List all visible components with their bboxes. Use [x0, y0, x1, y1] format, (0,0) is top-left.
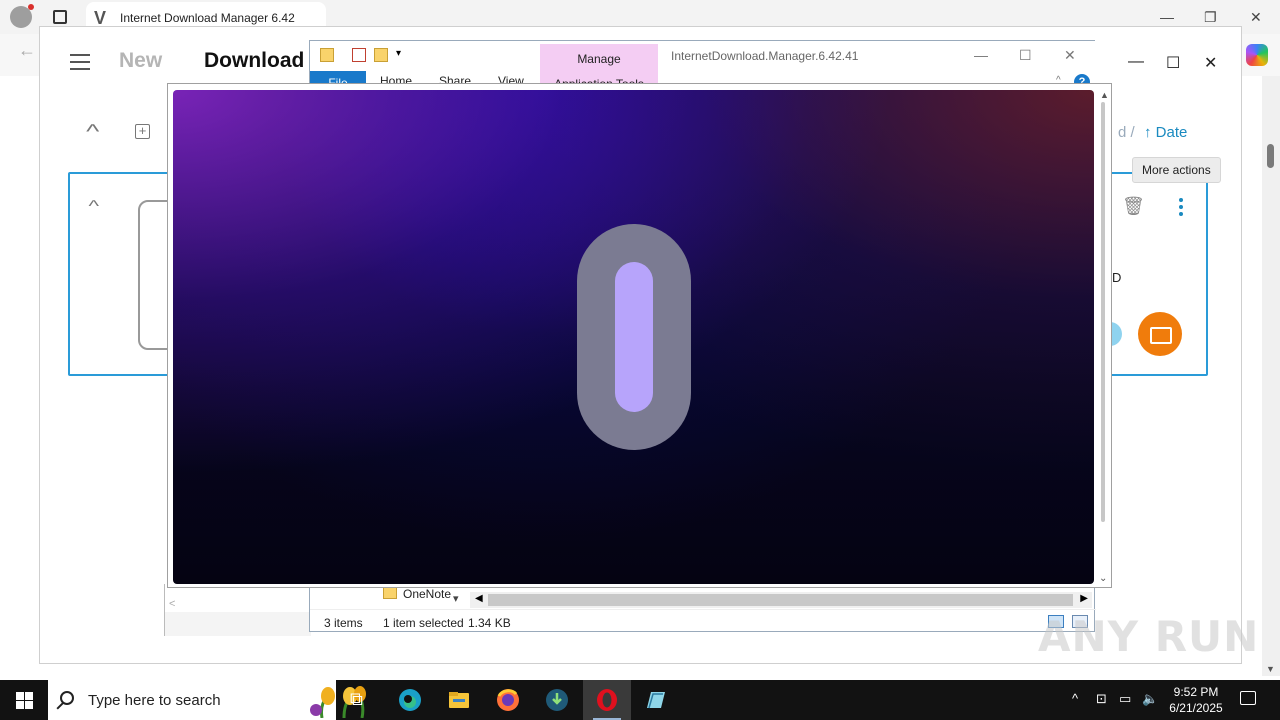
- preview-image: [173, 90, 1094, 584]
- app-maximize-icon[interactable]: ☐: [1166, 53, 1180, 73]
- add-download-icon[interactable]: +: [135, 124, 150, 139]
- taskbar-search[interactable]: Type here to search: [48, 680, 366, 720]
- more-actions-icon[interactable]: [1166, 192, 1196, 222]
- horizontal-scroll-thumb[interactable]: [488, 594, 1073, 606]
- volume-icon[interactable]: 🔈: [1142, 691, 1158, 707]
- scroll-left-arrow-icon[interactable]: <: [169, 598, 175, 610]
- scroll-right-icon[interactable]: ▶: [1080, 593, 1088, 604]
- folder-icon: [383, 587, 397, 599]
- nav-item-onenote[interactable]: OneNote: [383, 587, 451, 601]
- folder-icon: [320, 48, 334, 62]
- opera-icon: [597, 689, 617, 711]
- background-statusbar: [165, 612, 311, 636]
- taskbar: Type here to search ⧉ ^ ⊡ ▭ 🔈 9:52 PM 6/…: [0, 680, 1280, 720]
- downloads-title: Download: [204, 49, 305, 72]
- task-view-icon[interactable]: ⧉: [350, 689, 374, 713]
- status-selected: 1 item selected: [383, 616, 464, 630]
- horizontal-scrollbar[interactable]: ◀ ▶: [470, 592, 1092, 608]
- tray-app-icon[interactable]: ⊡: [1096, 691, 1107, 707]
- explorer-status-bar: 3 items 1 item selected 1.34 KB: [310, 609, 1096, 633]
- scroll-down-arrow-icon[interactable]: ▼: [1266, 664, 1275, 674]
- idm-icon[interactable]: [545, 688, 569, 712]
- file-explorer-icon[interactable]: [447, 688, 471, 712]
- card-status-text: D: [1112, 270, 1122, 285]
- viewer-scroll-down-icon[interactable]: ⌄: [1099, 573, 1107, 584]
- collapse-all-chevron-icon[interactable]: ^: [86, 121, 99, 144]
- app-minimize-icon[interactable]: —: [1128, 53, 1144, 71]
- explorer-close-icon[interactable]: ✕: [1064, 47, 1076, 64]
- viewer-scrollbar[interactable]: ▲ ⌄: [1098, 90, 1110, 584]
- taskbar-clock[interactable]: 9:52 PM 6/21/2025: [1160, 684, 1232, 716]
- edge-icon[interactable]: [398, 688, 422, 712]
- opera-logo-inner: [615, 262, 653, 412]
- page-scrollbar-thumb[interactable]: [1267, 144, 1274, 168]
- manage-label: Manage: [577, 52, 621, 66]
- open-folder-button[interactable]: [1138, 312, 1182, 356]
- page-scrollbar[interactable]: ▼: [1262, 76, 1280, 676]
- search-placeholder: Type here to search: [88, 692, 221, 709]
- app-close-icon[interactable]: ✕: [1204, 53, 1217, 73]
- minimize-icon[interactable]: —: [1160, 9, 1174, 25]
- start-button[interactable]: [16, 692, 33, 709]
- profile-avatar[interactable]: [10, 4, 34, 28]
- properties-icon[interactable]: [352, 48, 366, 62]
- new-tab-label[interactable]: New: [119, 49, 162, 73]
- back-arrow-icon[interactable]: ←: [18, 40, 36, 61]
- tray-overflow-icon[interactable]: ^: [1072, 691, 1078, 706]
- explorer-minimize-icon[interactable]: —: [974, 47, 988, 63]
- notification-icon[interactable]: [1240, 691, 1256, 705]
- opera-taskbar-button[interactable]: [583, 680, 631, 720]
- hamburger-menu-icon[interactable]: [70, 54, 90, 70]
- clock-time: 9:52 PM: [1173, 685, 1219, 699]
- clock-date: 6/21/2025: [1169, 701, 1223, 715]
- explorer-maximize-icon[interactable]: ☐: [1019, 47, 1032, 64]
- anyrun-watermark: ANY RUN: [1038, 612, 1260, 661]
- nav-item-label: OneNote: [403, 587, 452, 601]
- scroll-left-icon[interactable]: ◀: [475, 593, 483, 604]
- firefox-icon[interactable]: [496, 688, 520, 712]
- sort-separator: d /: [1118, 124, 1135, 141]
- image-viewer-window: ▲ ⌄: [167, 83, 1112, 588]
- status-size: 1.34 KB: [468, 616, 511, 630]
- trash-icon[interactable]: 🗑: [1122, 196, 1145, 217]
- nav-expand-chevron-icon[interactable]: ▾: [453, 592, 459, 605]
- new-folder-icon[interactable]: [374, 48, 388, 62]
- restore-icon[interactable]: ❐: [1204, 9, 1217, 26]
- background-window-fragment: <: [164, 584, 311, 636]
- tab-title: Internet Download Manager 6.42: [120, 11, 295, 25]
- search-icon: [60, 691, 74, 705]
- tab-actions-icon[interactable]: [53, 10, 67, 24]
- card-collapse-chevron-icon[interactable]: ^: [88, 198, 99, 216]
- notepad-icon[interactable]: [643, 688, 667, 712]
- explorer-title: InternetDownload.Manager.6.42.41: [671, 49, 859, 63]
- viewer-scroll-thumb[interactable]: [1101, 102, 1105, 522]
- more-actions-tooltip: More actions: [1132, 157, 1221, 183]
- quick-access-dropdown-icon[interactable]: ▾: [396, 48, 401, 59]
- copilot-icon[interactable]: [1246, 44, 1268, 66]
- viewer-scroll-up-icon[interactable]: ▲: [1100, 90, 1109, 100]
- network-icon[interactable]: ▭: [1119, 691, 1131, 707]
- close-icon[interactable]: ✕: [1250, 9, 1262, 26]
- status-item-count: 3 items: [324, 616, 363, 630]
- sort-by-date-button[interactable]: ↑ Date: [1144, 124, 1187, 141]
